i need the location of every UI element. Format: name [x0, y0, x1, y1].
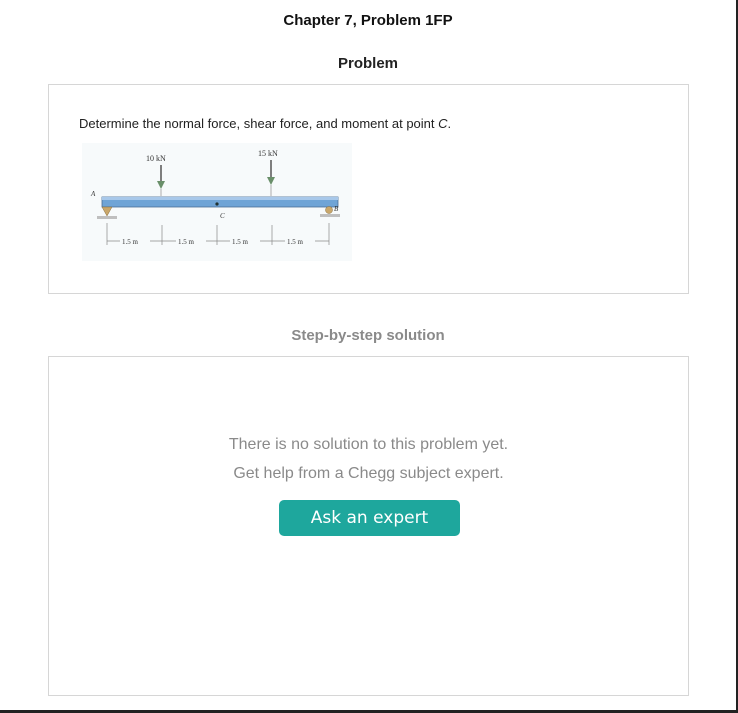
load-right-label: 15 kN [258, 149, 278, 158]
problem-heading: Problem [337, 55, 398, 72]
load-left-label: 10 kN [146, 154, 166, 163]
point-c-label: C [220, 212, 225, 220]
dimension-label-1: 1.5 m [178, 238, 195, 246]
problem-statement: Determine the normal force, shear force,… [79, 116, 451, 131]
solution-card: There is no solution to this problem yet… [48, 356, 689, 696]
support-a-label: A [90, 190, 96, 198]
problem-text-suffix: . [447, 116, 452, 131]
solution-heading: Step-by-step solution [291, 327, 445, 344]
point-c-marker [215, 202, 219, 206]
support-a-base [97, 216, 117, 219]
get-help-message: Get help from a Chegg subject expert. [233, 465, 504, 482]
beam-highlight [102, 197, 338, 200]
dimension-label-3: 1.5 m [287, 238, 304, 246]
problem-point-label: C [438, 116, 448, 131]
support-b-base [320, 214, 340, 217]
beam-figure: 10 kN 15 kN C A B 1.5 m 1.5 m 1.5 m 1.5 … [82, 143, 352, 261]
no-solution-message: There is no solution to this problem yet… [228, 436, 509, 453]
dimension-label-0: 1.5 m [122, 238, 139, 246]
chapter-title: Chapter 7, Problem 1FP [283, 12, 453, 29]
support-b-label: B [334, 205, 339, 213]
support-b [325, 206, 333, 214]
ask-expert-button[interactable]: Ask an expert [279, 500, 460, 536]
problem-text-prefix: Determine the normal force, shear force,… [79, 116, 439, 131]
dimension-label-2: 1.5 m [232, 238, 249, 246]
problem-card: Determine the normal force, shear force,… [48, 84, 689, 294]
